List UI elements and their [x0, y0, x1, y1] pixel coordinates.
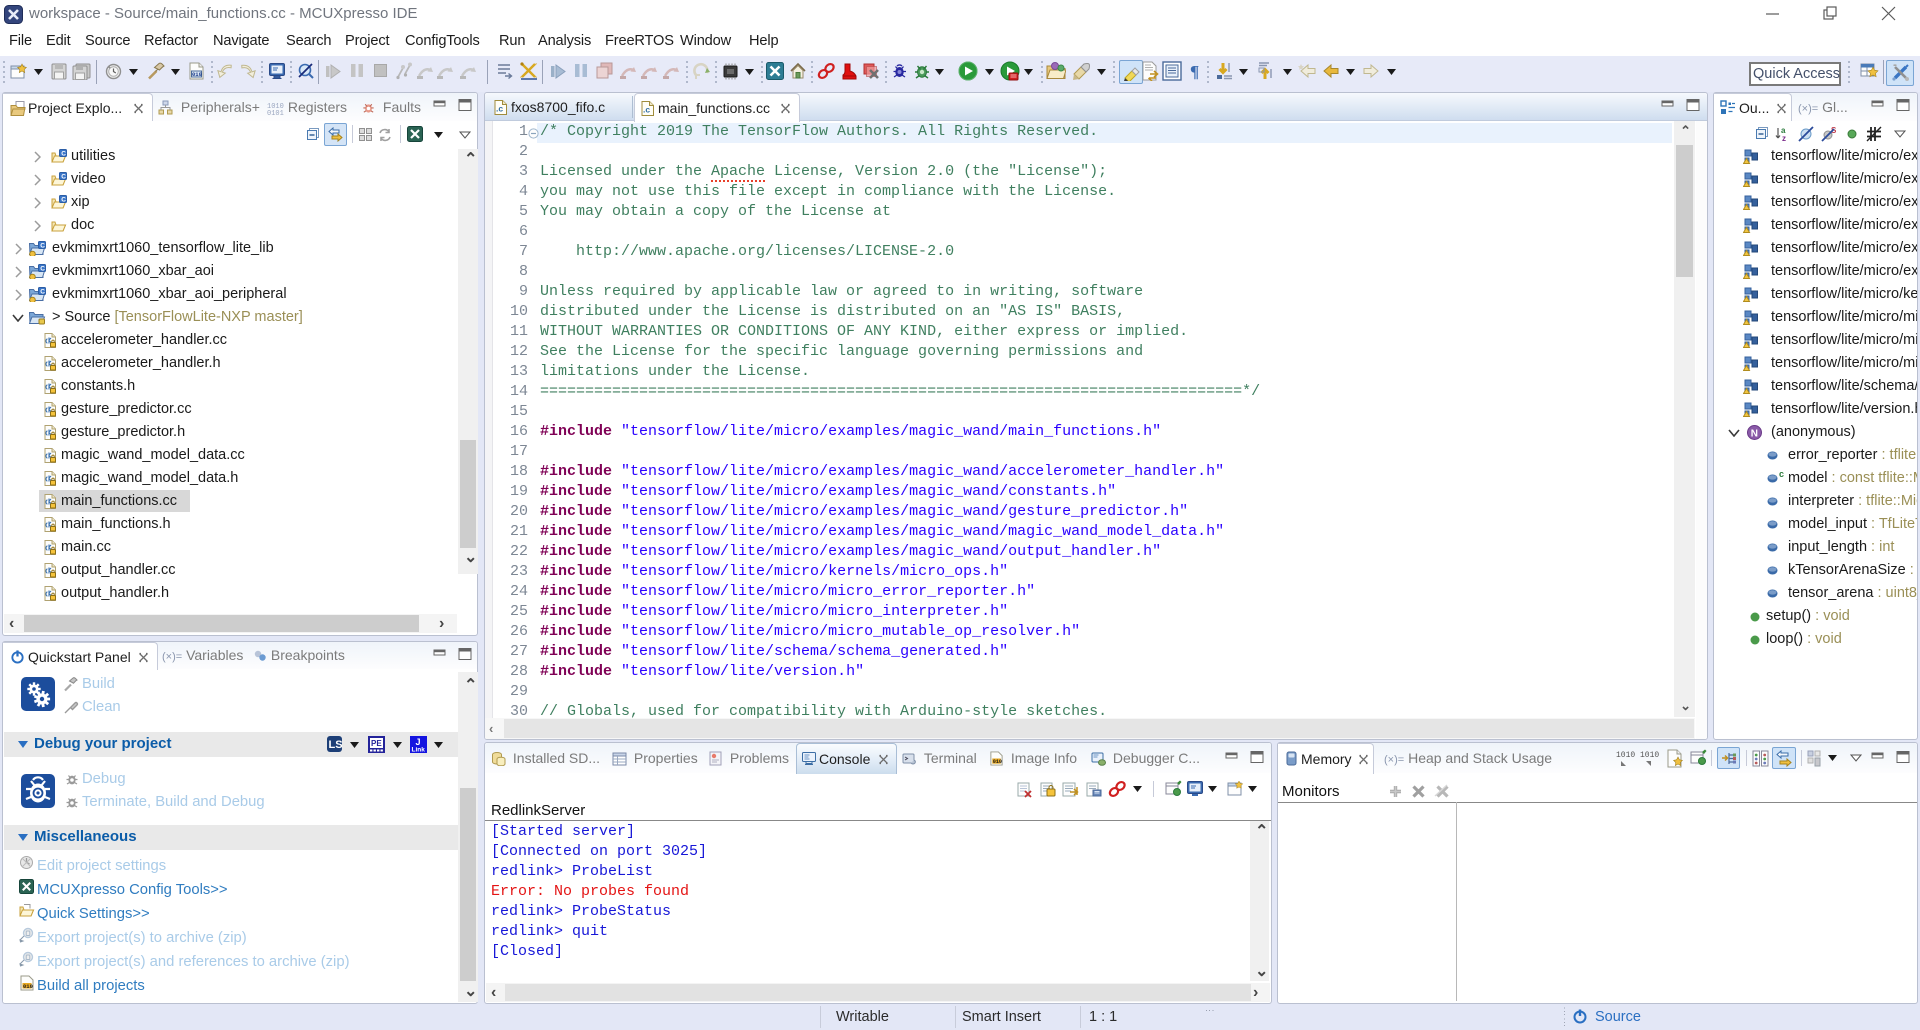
svg-text:N: N [1751, 428, 1758, 439]
svg-text:.c: .c [643, 105, 650, 115]
svg-text:010: 010 [192, 71, 202, 78]
svg-text:J: J [416, 737, 421, 747]
svg-text:z: z [1782, 134, 1786, 142]
svg-text:PE: PE [371, 739, 382, 748]
svg-text:.c: .c [496, 104, 503, 114]
svg-text:1010: 1010 [1640, 751, 1659, 760]
svg-text:1010: 1010 [1616, 751, 1635, 760]
svg-text:010: 010 [23, 983, 33, 990]
svg-text:Link: Link [412, 747, 426, 754]
svg-text:¶: ¶ [1190, 62, 1199, 80]
svg-text:LS: LS [329, 739, 343, 751]
svg-text:010: 010 [993, 759, 1002, 765]
